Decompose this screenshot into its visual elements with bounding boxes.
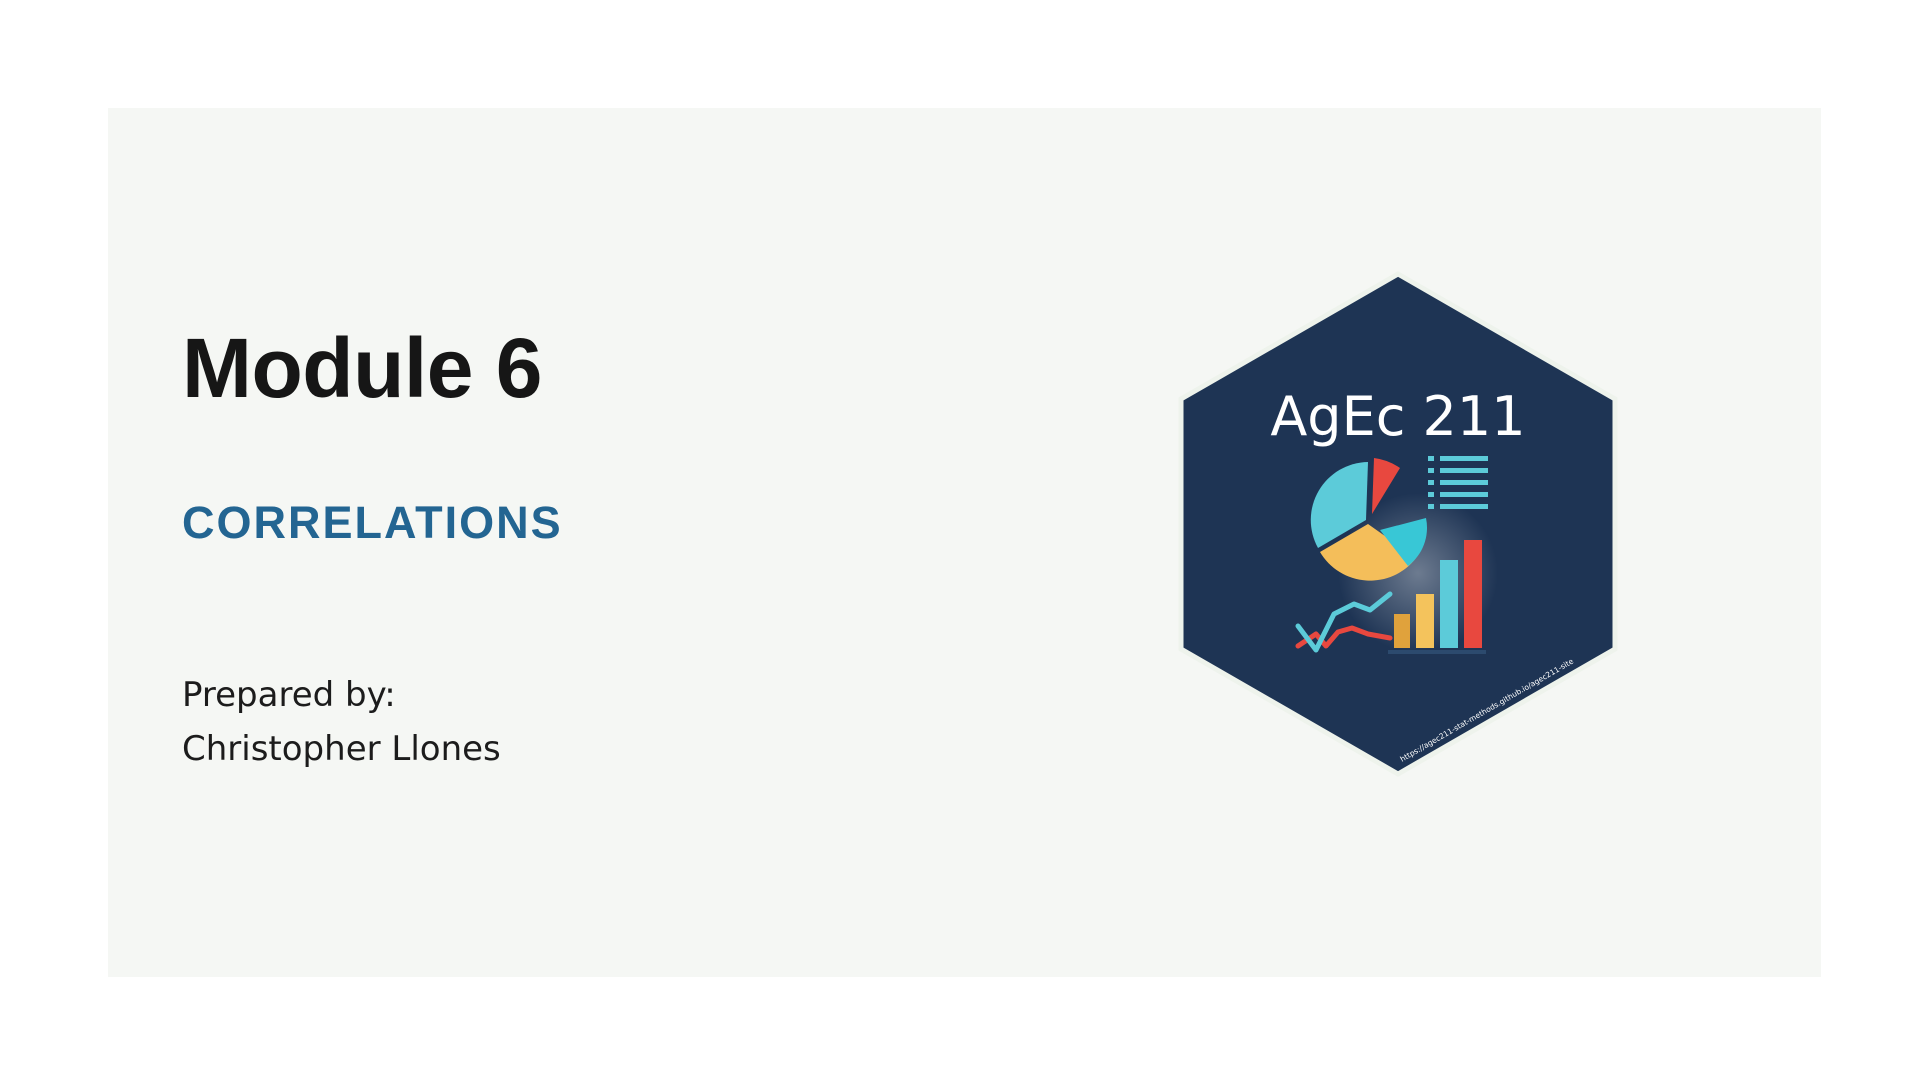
title-slide: Module 6 CORRELATIONS Prepared by: Chris…	[108, 108, 1821, 977]
slide-subtitle: CORRELATIONS	[182, 497, 563, 548]
prepared-by-label: Prepared by:	[182, 675, 396, 715]
course-title: AgEc 211	[1270, 385, 1525, 448]
author-name: Christopher Llones	[182, 729, 501, 769]
author-block: Prepared by: Christopher Llones	[182, 668, 501, 776]
slide-title: Module 6	[182, 321, 543, 415]
course-hex-logo: AgEc 211 https://agec211-stat-methods.gi…	[1168, 268, 1628, 788]
